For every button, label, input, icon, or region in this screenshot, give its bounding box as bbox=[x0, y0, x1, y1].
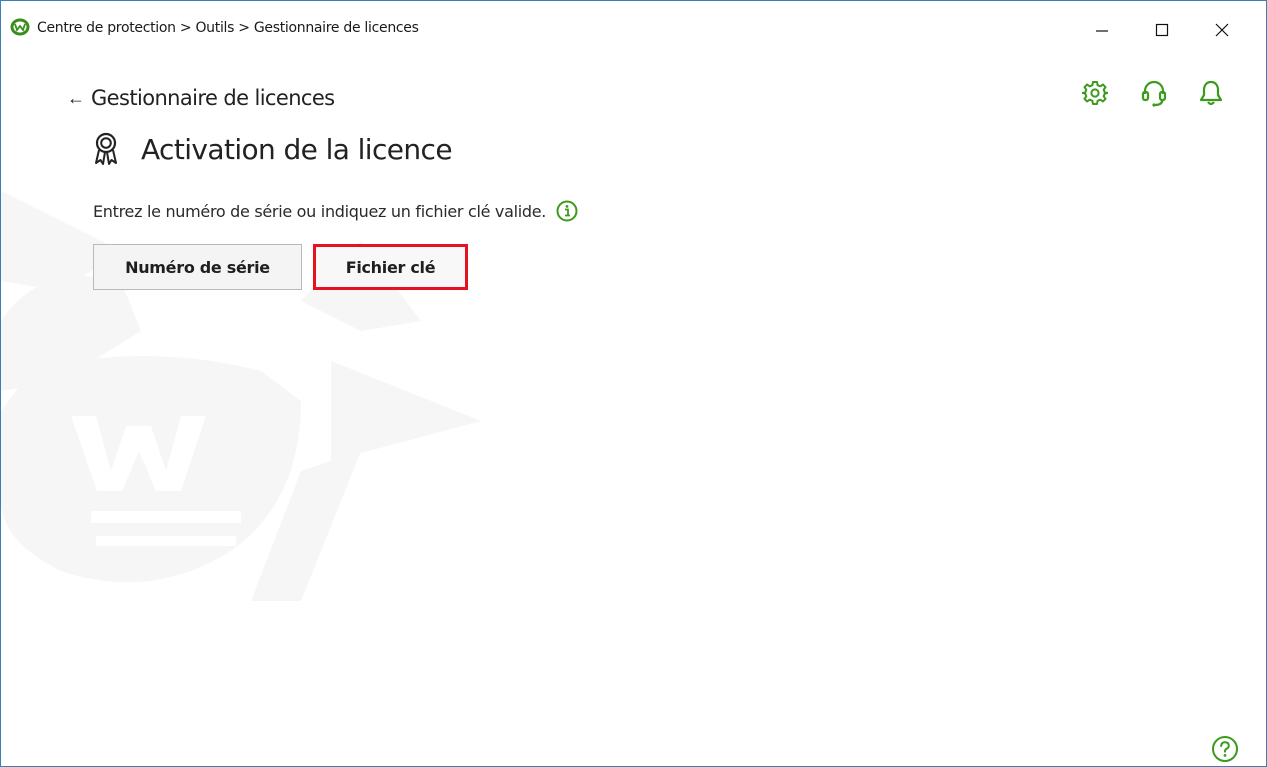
notifications-icon bbox=[1199, 80, 1223, 106]
back-link-label: Gestionnaire de licences bbox=[91, 86, 335, 110]
app-logo-icon bbox=[10, 18, 30, 36]
support-button[interactable] bbox=[1140, 79, 1168, 107]
maximize-button[interactable] bbox=[1139, 7, 1185, 53]
settings-icon bbox=[1082, 81, 1108, 105]
minimize-button[interactable] bbox=[1079, 7, 1125, 53]
description-row: Entrez le numéro de série ou indiquez un… bbox=[93, 200, 578, 222]
settings-button[interactable] bbox=[1081, 79, 1109, 107]
page-heading: Activation de la licence bbox=[93, 132, 453, 166]
minimize-icon bbox=[1096, 30, 1108, 32]
close-icon bbox=[1215, 23, 1229, 37]
help-icon[interactable] bbox=[1211, 735, 1239, 763]
back-arrow-icon: ← bbox=[67, 88, 85, 108]
serial-number-button[interactable]: Numéro de série bbox=[93, 244, 302, 290]
info-icon[interactable] bbox=[556, 200, 578, 222]
support-icon bbox=[1141, 80, 1167, 107]
close-button[interactable] bbox=[1199, 7, 1245, 53]
page-title: Activation de la licence bbox=[141, 132, 453, 166]
key-file-button[interactable]: Fichier clé bbox=[313, 244, 468, 290]
notifications-button[interactable] bbox=[1197, 79, 1225, 107]
title-bar[interactable]: Centre de protection > Outils > Gestionn… bbox=[1, 1, 1266, 59]
license-award-icon bbox=[95, 132, 117, 165]
description-text: Entrez le numéro de série ou indiquez un… bbox=[93, 201, 547, 221]
window-title: Centre de protection > Outils > Gestionn… bbox=[37, 20, 419, 36]
maximize-icon bbox=[1155, 23, 1169, 37]
watermark-logo bbox=[1, 191, 481, 601]
back-link[interactable]: ← Gestionnaire de licences bbox=[67, 86, 335, 110]
app-window: Centre de protection > Outils > Gestionn… bbox=[0, 0, 1267, 767]
